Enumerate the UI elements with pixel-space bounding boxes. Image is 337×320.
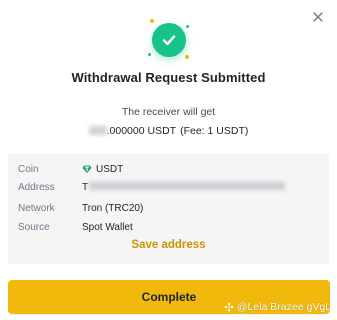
receive-amount: .000000 USDT (Fee: 1 USDT): [0, 125, 337, 137]
watermark-text: @Lela Brazee gVgL: [236, 301, 331, 313]
fee-text: (Fee: 1 USDT): [180, 125, 249, 137]
detail-label: Coin: [18, 164, 39, 175]
save-address-link[interactable]: Save address: [0, 239, 337, 251]
detail-value: Spot Wallet: [82, 222, 133, 233]
dialog-title: Withdrawal Request Submitted: [71, 70, 266, 85]
detail-value: USDT: [96, 164, 124, 175]
detail-label: Network: [18, 203, 55, 214]
binance-logo-icon: [224, 302, 234, 312]
success-graphic: [146, 17, 192, 63]
usdt-icon: [82, 165, 92, 173]
receiver-label: The receiver will get: [121, 106, 216, 118]
redacted-address: [89, 182, 286, 190]
close-icon: [313, 12, 323, 22]
check-circle-icon: [152, 23, 186, 57]
close-button[interactable]: [309, 8, 327, 26]
watermark: @Lela Brazee gVgL: [224, 301, 331, 313]
detail-value: T: [82, 182, 89, 193]
detail-label: Source: [18, 222, 50, 233]
redacted-amount: [88, 126, 107, 135]
detail-value: Tron (TRC20): [82, 203, 144, 214]
amount-value: .000000 USDT: [106, 125, 177, 137]
detail-label: Address: [18, 182, 55, 193]
